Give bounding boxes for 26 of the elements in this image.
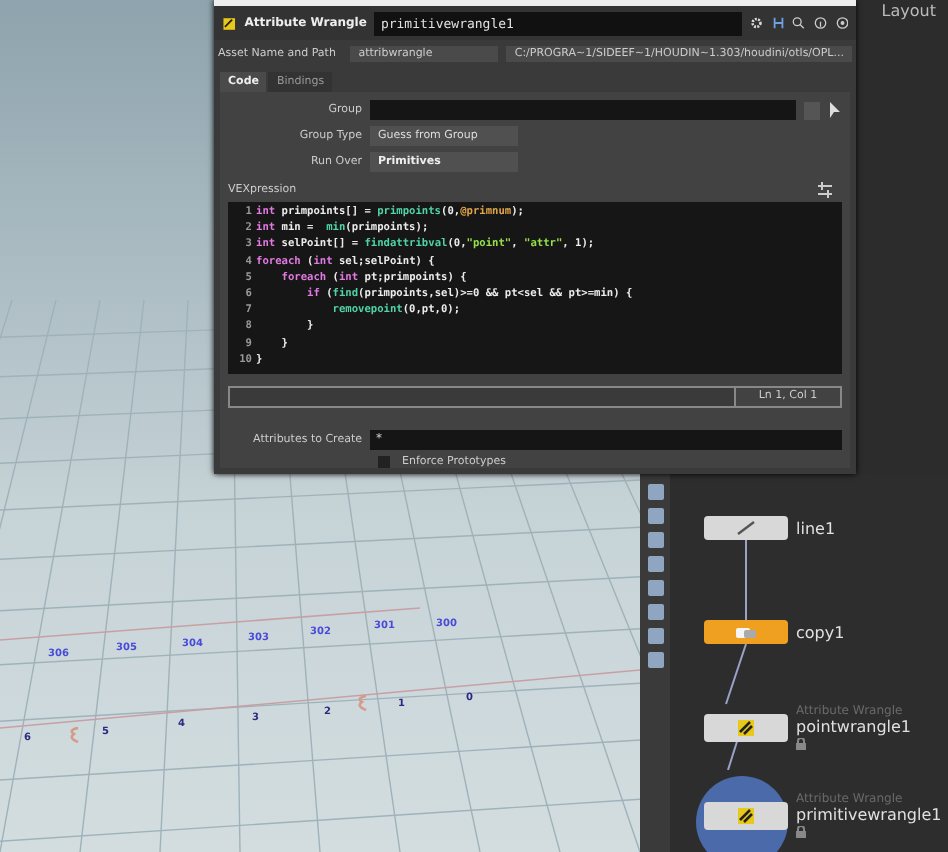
code-editor[interactable] <box>228 202 842 374</box>
settings-icon[interactable] <box>750 14 764 32</box>
node-name: primitivewrangle1 <box>796 806 942 824</box>
network-node[interactable] <box>704 801 788 829</box>
copy-icon <box>734 625 758 639</box>
select-arrow-icon[interactable] <box>828 102 842 118</box>
network-node[interactable] <box>704 713 788 741</box>
search-icon[interactable] <box>792 14 806 32</box>
h-icon[interactable] <box>771 14 785 32</box>
info-icon[interactable] <box>813 14 827 32</box>
node-name: line1 <box>796 519 836 537</box>
wrangle-icon <box>736 805 756 825</box>
expand-icon[interactable] <box>816 182 834 198</box>
network-node[interactable] <box>704 620 788 644</box>
node-name: copy1 <box>796 623 845 641</box>
network-node[interactable] <box>704 516 788 540</box>
line-icon <box>736 520 756 536</box>
menu-item[interactable]: Layout <box>881 2 936 20</box>
checkbox[interactable] <box>378 456 390 468</box>
curve-marker-icon <box>354 694 370 712</box>
wrangle-icon <box>222 13 237 33</box>
group-field[interactable] <box>370 100 796 120</box>
curve-marker-icon <box>66 726 82 744</box>
help-icon[interactable] <box>835 14 849 32</box>
node-name: pointwrangle1 <box>796 718 912 736</box>
wrangle-icon <box>736 717 756 737</box>
